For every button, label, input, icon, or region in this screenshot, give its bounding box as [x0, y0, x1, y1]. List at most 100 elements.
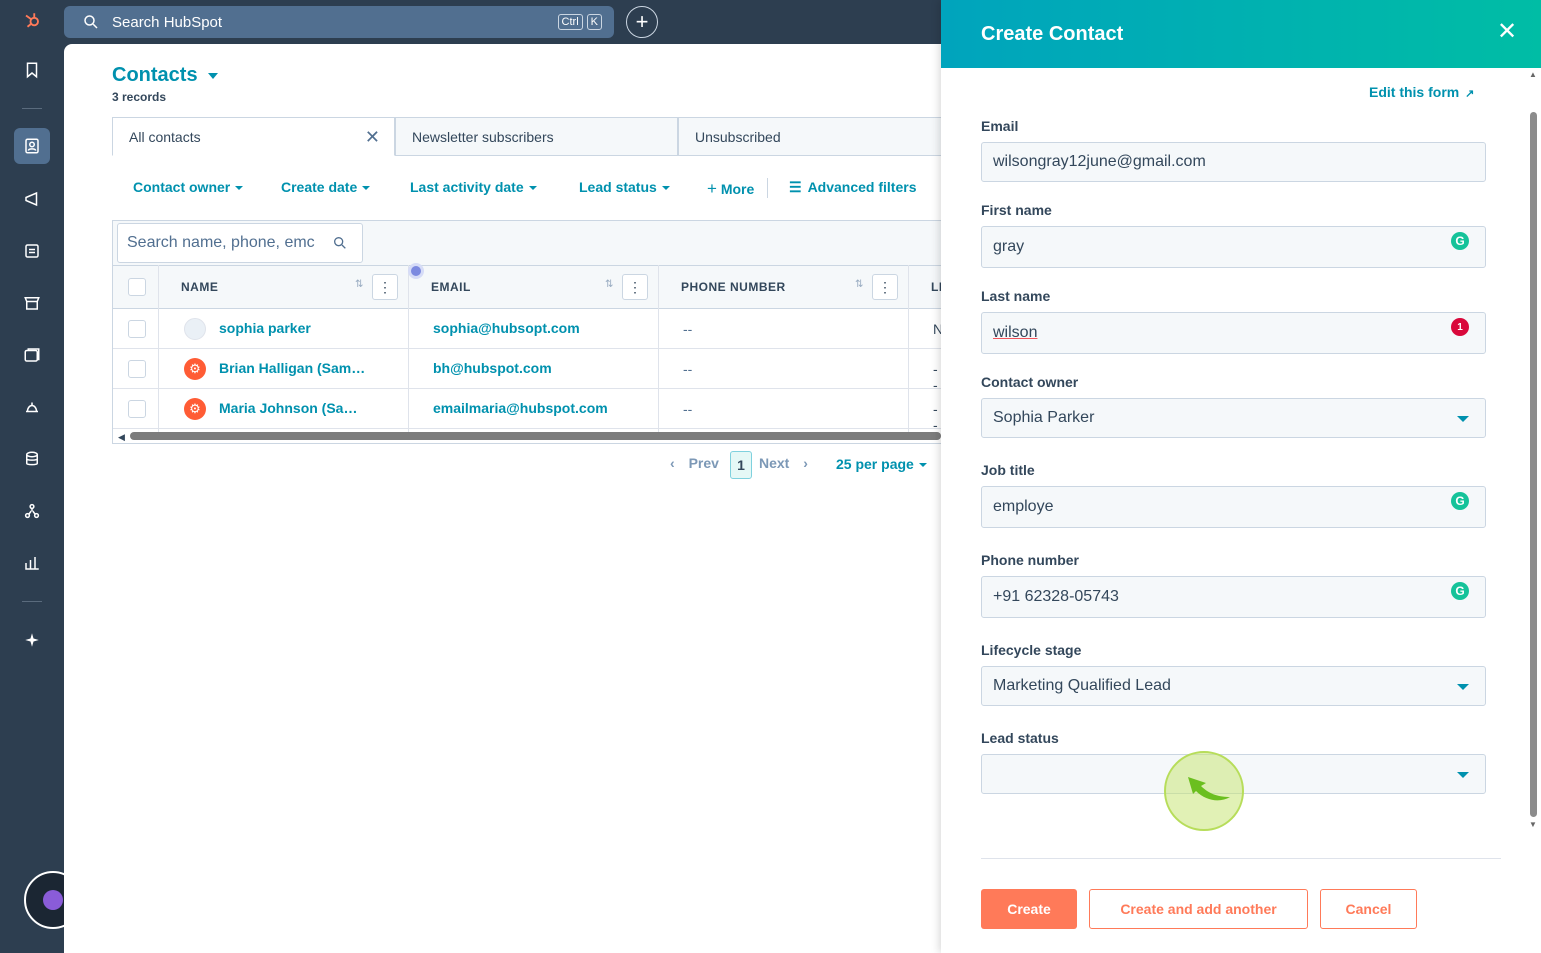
cancel-button[interactable]: Cancel: [1320, 889, 1417, 929]
tab-unsubscribed[interactable]: Unsubscribed: [678, 117, 941, 156]
contact-owner-value: Sophia Parker: [993, 409, 1095, 426]
edit-form-link[interactable]: Edit this form ↗: [1369, 84, 1474, 100]
reporting-icon[interactable]: [16, 547, 48, 579]
row-checkbox[interactable]: [128, 360, 146, 378]
per-page-dropdown[interactable]: 25 per page: [836, 456, 927, 472]
filter-label: Contact owner: [133, 179, 231, 195]
tab-newsletter-subscribers[interactable]: Newsletter subscribers: [395, 117, 678, 156]
external-link-icon: ↗: [1465, 88, 1475, 100]
create-and-add-another-button[interactable]: Create and add another: [1089, 889, 1308, 929]
global-search-placeholder: Search HubSpot: [112, 13, 223, 31]
per-page-label: 25 per page: [836, 456, 914, 472]
prev-page-button[interactable]: ‹ Prev: [670, 455, 719, 471]
close-icon[interactable]: ✕: [365, 127, 380, 148]
grammarly-icon[interactable]: G: [1451, 232, 1469, 250]
grammarly-icon[interactable]: G: [1451, 492, 1469, 510]
chevron-down-icon: [1457, 772, 1469, 778]
filter-lead-status[interactable]: Lead status: [579, 179, 670, 195]
first-name-field[interactable]: gray G: [981, 226, 1486, 268]
current-page-button[interactable]: 1: [730, 451, 752, 479]
marketing-icon[interactable]: [16, 183, 48, 215]
horizontal-scrollbar[interactable]: [130, 432, 941, 440]
page-title-dropdown[interactable]: Contacts: [112, 64, 219, 87]
column-header-lead[interactable]: LI: [931, 280, 941, 294]
phone-number-field[interactable]: +91 62328-05743 G: [981, 576, 1486, 618]
column-options-icon[interactable]: ⋮: [622, 274, 648, 300]
grammarly-icon[interactable]: G: [1451, 582, 1469, 600]
contact-name-link[interactable]: Maria Johnson (Sa…: [219, 400, 357, 416]
contact-name-link[interactable]: Brian Halligan (Sam…: [219, 360, 365, 376]
filter-contact-owner[interactable]: Contact owner: [133, 179, 244, 195]
content-icon[interactable]: [16, 235, 48, 267]
contact-owner-select[interactable]: Sophia Parker: [981, 398, 1486, 438]
avatar: [184, 318, 206, 340]
filter-lines-icon: ☰: [789, 179, 802, 195]
automation-icon[interactable]: [16, 495, 48, 527]
grammarly-issue-badge[interactable]: 1: [1451, 318, 1469, 336]
sort-icon[interactable]: ⇅: [855, 279, 863, 290]
commerce-icon[interactable]: [16, 287, 48, 319]
contact-lead-status: --: [933, 401, 938, 433]
column-options-icon[interactable]: ⋮: [372, 274, 398, 300]
search-icon: [334, 237, 346, 249]
row-checkbox[interactable]: [128, 400, 146, 418]
contacts-icon[interactable]: [14, 128, 50, 164]
column-header-phone[interactable]: PHONE NUMBER: [681, 280, 786, 294]
table-search-placeholder: Search name, phone, emc: [127, 234, 315, 251]
lifecycle-stage-select[interactable]: Marketing Qualified Lead: [981, 666, 1486, 706]
contact-lead-status: N: [933, 321, 941, 337]
chevron-down-icon: [918, 463, 927, 468]
table-search-input[interactable]: Search name, phone, emc: [117, 223, 363, 263]
ai-sparkle-icon[interactable]: [16, 624, 48, 656]
scroll-down-icon[interactable]: ▼: [1529, 820, 1537, 829]
column-resize-handle[interactable]: [408, 263, 424, 279]
sales-icon[interactable]: [16, 339, 48, 371]
contact-email-link[interactable]: emailmaria@hubspot.com: [433, 400, 608, 416]
filter-last-activity-date[interactable]: Last activity date: [410, 179, 537, 195]
last-name-field[interactable]: wilson 1: [981, 312, 1486, 354]
sort-icon[interactable]: ⇅: [355, 279, 363, 290]
sort-icon[interactable]: ⇅: [605, 279, 613, 290]
data-icon[interactable]: [16, 443, 48, 475]
email-label: Email: [981, 118, 1019, 134]
contact-email-link[interactable]: sophia@hubsopt.com: [433, 320, 580, 336]
left-navigation: [0, 0, 82, 953]
select-all-checkbox[interactable]: [128, 278, 146, 296]
global-search-input[interactable]: Search HubSpot Ctrl K: [64, 6, 614, 38]
row-checkbox[interactable]: [128, 320, 146, 338]
chevron-left-icon: ‹: [670, 455, 675, 471]
hubspot-logo-icon[interactable]: [16, 4, 48, 36]
footer-divider: [981, 858, 1501, 859]
service-icon[interactable]: [16, 391, 48, 423]
cursor-arrow-icon: [1188, 777, 1230, 801]
contact-email-link[interactable]: bh@hubspot.com: [433, 360, 552, 376]
job-title-field[interactable]: employe G: [981, 486, 1486, 528]
bookmark-icon[interactable]: [16, 54, 48, 86]
chevron-down-icon: [208, 72, 219, 79]
close-panel-icon[interactable]: ✕: [1497, 18, 1517, 46]
column-header-email[interactable]: EMAIL: [431, 280, 471, 294]
first-name-label: First name: [981, 202, 1052, 218]
tab-all-contacts[interactable]: All contacts ✕: [112, 117, 395, 156]
column-options-icon[interactable]: ⋮: [872, 274, 898, 300]
contact-name-link[interactable]: sophia parker: [219, 320, 311, 336]
click-highlight: [1164, 751, 1244, 831]
advanced-filters-button[interactable]: ☰ Advanced filters: [789, 179, 917, 196]
contact-phone: --: [683, 321, 693, 337]
panel-scrollbar[interactable]: [1530, 112, 1537, 817]
scroll-up-icon[interactable]: ▲: [1529, 70, 1537, 79]
panel-title: Create Contact: [981, 22, 1124, 45]
create-button[interactable]: Create: [981, 889, 1077, 929]
hubspot-avatar-icon: ⚙: [184, 398, 206, 420]
chevron-down-icon: [528, 186, 537, 191]
edit-form-label: Edit this form: [1369, 84, 1460, 100]
next-page-button[interactable]: Next ›: [759, 455, 808, 471]
assistant-dot-icon: [43, 890, 63, 910]
more-filters-button[interactable]: + More: [707, 179, 754, 199]
column-header-name[interactable]: NAME: [181, 280, 218, 294]
filter-create-date[interactable]: Create date: [281, 179, 371, 195]
scroll-left-icon[interactable]: ◀: [118, 432, 125, 443]
contact-phone: --: [683, 401, 693, 417]
email-field[interactable]: wilsongray12june@gmail.com: [981, 142, 1486, 182]
create-new-button[interactable]: +: [626, 6, 658, 38]
